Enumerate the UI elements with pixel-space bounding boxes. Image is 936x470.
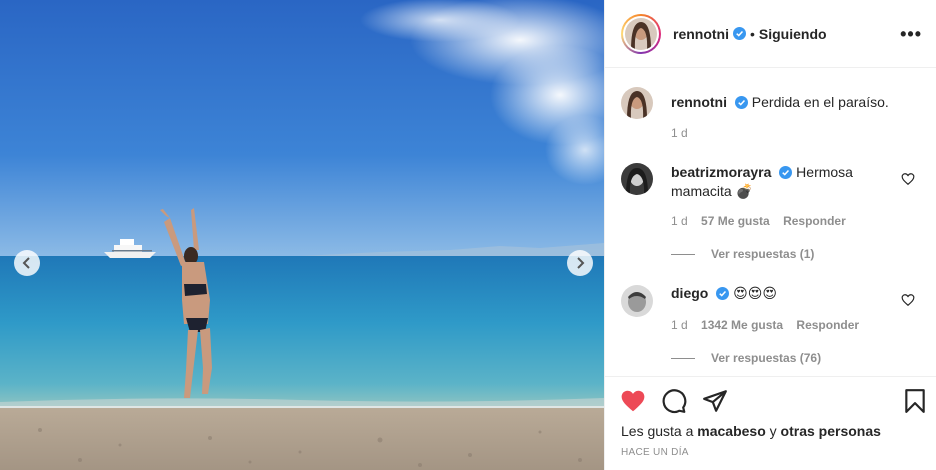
avatar-photo <box>625 17 657 50</box>
instagram-post: rennotni • Siguiendo ••• rennotni Perdid… <box>0 0 936 470</box>
view-replies-label: Ver respuestas (1) <box>711 247 815 261</box>
like-comment-heart-icon[interactable] <box>901 172 915 186</box>
view-replies-button[interactable]: Ver respuestas (1) <box>671 247 814 261</box>
verified-badge-icon <box>716 287 730 300</box>
avatar-photo <box>621 285 653 317</box>
post-actions: Les gusta a macabeso y otras personas HA… <box>605 376 936 470</box>
likes-summary: Les gusta a macabeso y otras personas <box>621 423 881 439</box>
reply-button[interactable]: Responder <box>796 318 859 332</box>
comment-likes[interactable]: 1342 Me gusta <box>701 318 783 332</box>
commenter-username[interactable]: diego <box>671 285 708 301</box>
following-status[interactable]: Siguiendo <box>759 26 827 42</box>
verified-badge-icon <box>734 96 748 109</box>
caption-username[interactable]: rennotni <box>671 94 727 110</box>
comment-item: beatrizmorayra Hermosa mamacita 💣 <box>621 163 901 201</box>
post-caption: rennotni Perdida en el paraíso. <box>621 87 889 119</box>
comment-meta: 1 d 1342 Me gusta Responder <box>671 318 869 332</box>
chevron-left-icon <box>22 257 30 269</box>
reply-button[interactable]: Responder <box>783 214 846 228</box>
comments-section: rennotni Perdida en el paraíso. 1 d beat… <box>605 69 936 376</box>
verified-badge-icon <box>733 27 746 40</box>
comment-meta: 1 d 57 Me gusta Responder <box>671 214 856 228</box>
post-photo[interactable] <box>0 0 604 470</box>
bookmark-icon[interactable] <box>902 388 928 414</box>
comment-item: diego 😍😍😍 <box>621 285 901 317</box>
caption-text: Perdida en el paraíso. <box>751 94 889 110</box>
likes-conjunction: y <box>765 423 781 439</box>
comment-bubble-icon[interactable] <box>661 388 687 414</box>
likes-others-button[interactable]: otras personas <box>781 423 881 439</box>
header-separator: • <box>750 25 755 42</box>
liker-username[interactable]: macabeso <box>697 423 765 439</box>
comment-time[interactable]: 1 d <box>671 214 688 228</box>
comment-time[interactable]: 1 d <box>671 318 688 332</box>
replies-divider <box>671 357 695 359</box>
author-username[interactable]: rennotni <box>673 26 729 42</box>
caption-avatar[interactable] <box>621 87 653 119</box>
post-timestamp[interactable]: HACE UN DÍA <box>621 447 689 458</box>
commenter-avatar[interactable] <box>621 163 653 195</box>
comment-text: 😍😍😍 <box>733 285 777 301</box>
comment-likes[interactable]: 57 Me gusta <box>701 214 770 228</box>
verified-badge-icon <box>779 166 793 179</box>
post-side-panel: rennotni • Siguiendo ••• rennotni Perdid… <box>604 0 936 470</box>
avatar-photo <box>621 87 653 119</box>
paper-plane-icon[interactable] <box>702 388 728 414</box>
author-avatar[interactable] <box>621 13 661 54</box>
likes-prefix: Les gusta a <box>621 423 698 439</box>
chevron-right-icon <box>577 257 585 269</box>
caption-time[interactable]: 1 d <box>671 126 688 140</box>
like-comment-heart-icon[interactable] <box>901 293 915 307</box>
next-photo-button[interactable] <box>567 250 593 276</box>
replies-divider <box>671 253 695 255</box>
commenter-username[interactable]: beatrizmorayra <box>671 164 771 180</box>
avatar-photo <box>621 163 653 195</box>
view-replies-button[interactable]: Ver respuestas (76) <box>671 351 821 365</box>
post-header: rennotni • Siguiendo ••• <box>605 0 936 68</box>
heart-filled-icon[interactable] <box>620 388 646 414</box>
beach-photo <box>0 0 604 470</box>
commenter-avatar[interactable] <box>621 285 653 317</box>
more-options-button[interactable]: ••• <box>900 24 922 45</box>
previous-photo-button[interactable] <box>14 250 40 276</box>
view-replies-label: Ver respuestas (76) <box>711 351 822 365</box>
